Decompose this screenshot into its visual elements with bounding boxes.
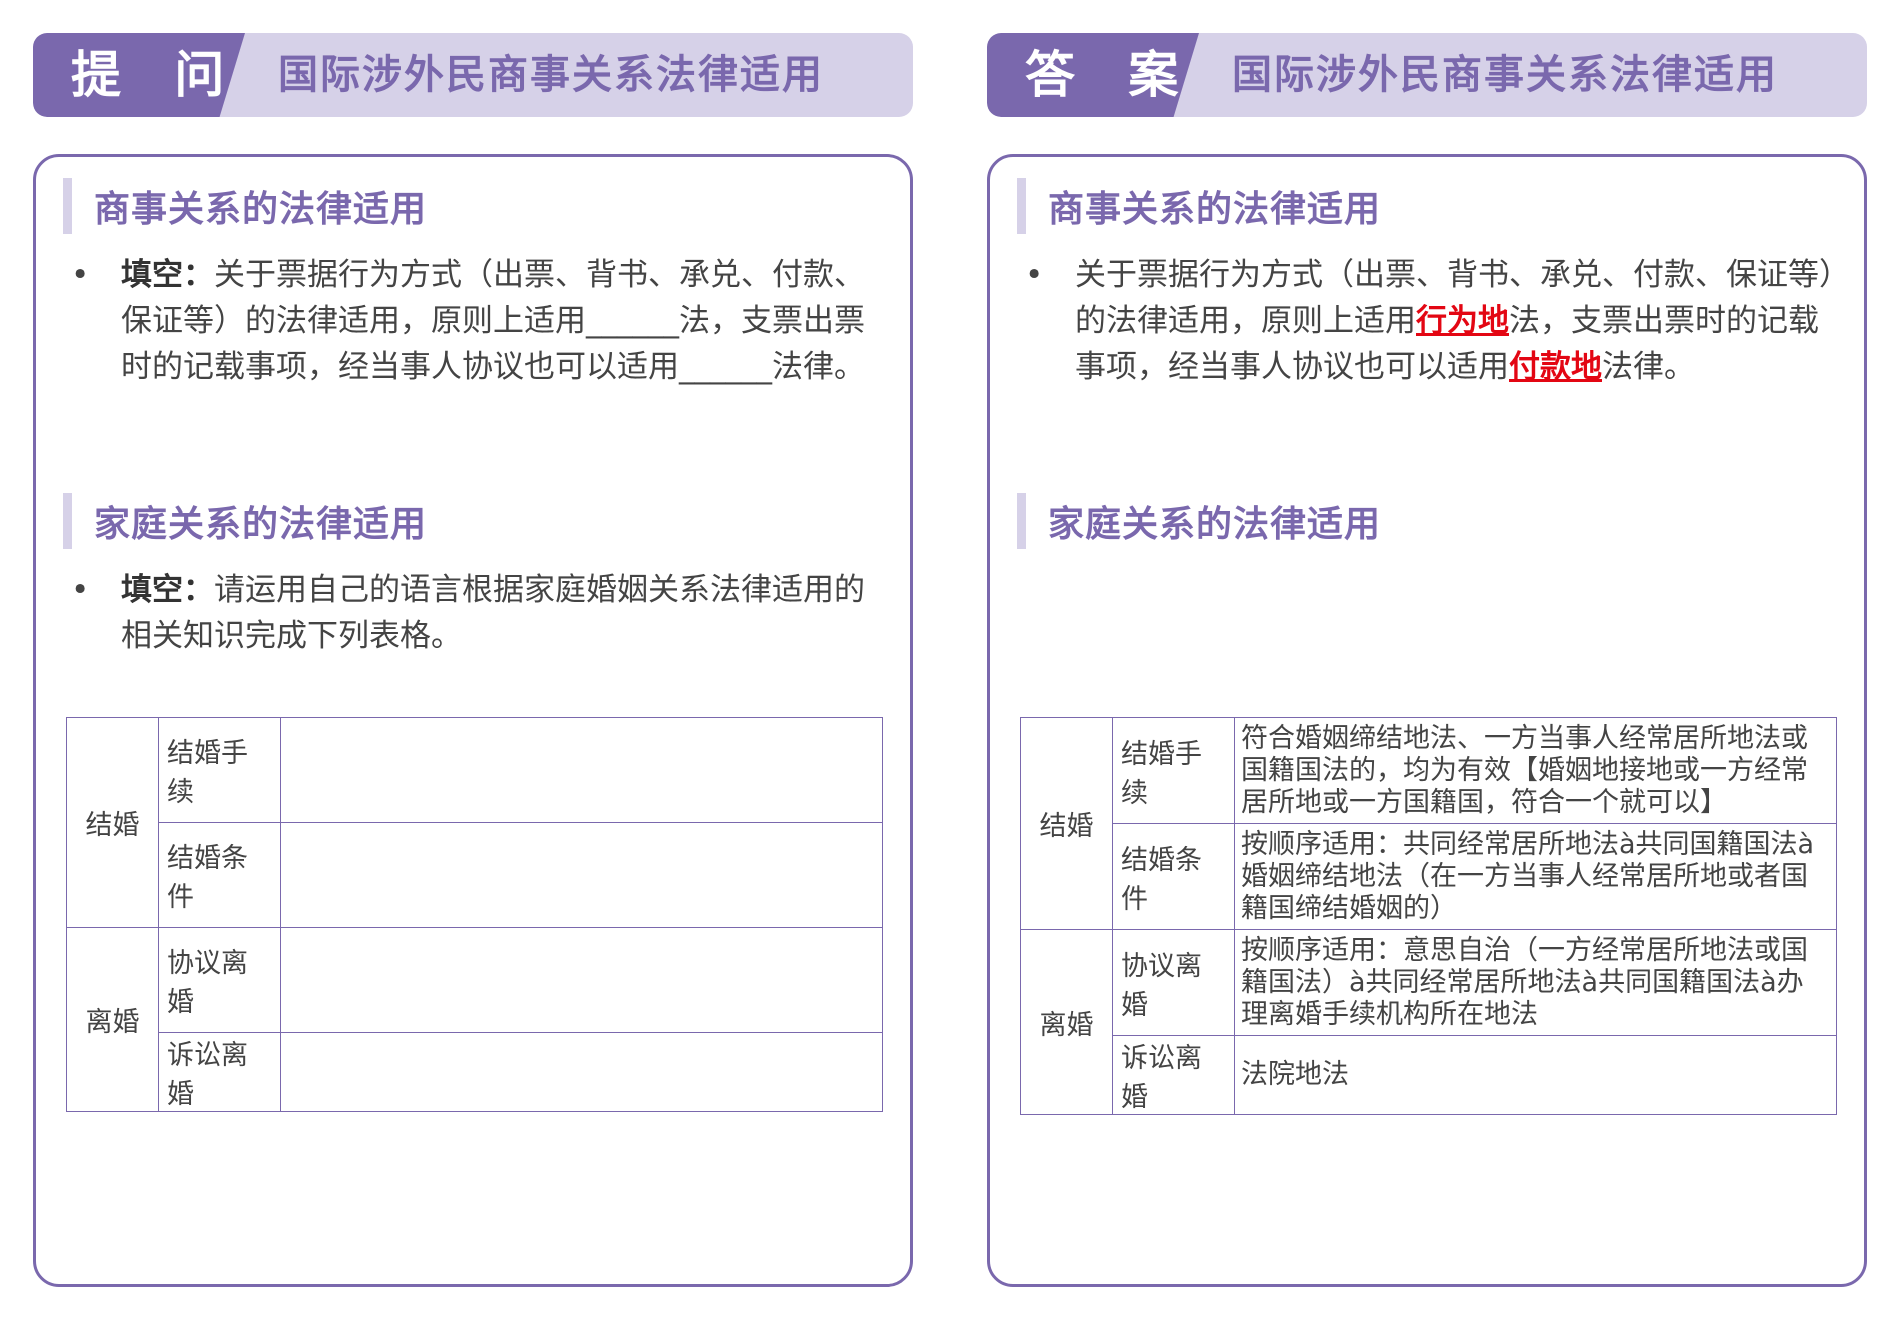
section-bar bbox=[1017, 178, 1026, 234]
answer-cell: 按顺序适用：共同经常居所地法à共同国籍国法à婚姻缔结地法（在一方当事人经常居所地… bbox=[1234, 823, 1837, 930]
question-text: 关于票据行为方式（出票、背书、承兑、付款、保证等）的法律适用，原则上适用____… bbox=[121, 257, 865, 385]
answer-tag: 答 案 bbox=[987, 33, 1199, 117]
category-cell: 结婚 bbox=[66, 717, 159, 928]
answer-header: 答 案 国际涉外民商事关系法律适用 bbox=[987, 33, 1867, 117]
blank-cell bbox=[280, 1032, 883, 1112]
row-label: 协议离婚 bbox=[1112, 929, 1235, 1036]
bullet: • bbox=[71, 257, 90, 293]
row-label: 结婚手续 bbox=[1112, 717, 1235, 824]
section-title: 家庭关系的法律适用 bbox=[1048, 504, 1382, 545]
fill-label: 填空： bbox=[121, 572, 214, 608]
category-cell: 结婚 bbox=[1020, 717, 1113, 930]
fill-label: 填空： bbox=[121, 257, 214, 293]
answer-highlight: 付款地 bbox=[1509, 349, 1602, 385]
blank-cell bbox=[280, 927, 883, 1033]
bullet: • bbox=[71, 572, 90, 608]
row-label: 结婚条件 bbox=[158, 822, 281, 928]
table-row: 结婚条件 按顺序适用：共同经常居所地法à共同国籍国法à婚姻缔结地法（在一方当事人… bbox=[1021, 823, 1837, 930]
answer-commercial: • 关于票据行为方式（出票、背书、承兑、付款、保证等）的法律适用，原则上适用行为… bbox=[1025, 252, 1845, 390]
fill-blank-commercial: • 填空：关于票据行为方式（出票、背书、承兑、付款、保证等）的法律适用，原则上适… bbox=[71, 252, 891, 390]
row-label: 诉讼离婚 bbox=[158, 1032, 281, 1112]
row-label: 诉讼离婚 bbox=[1112, 1035, 1235, 1115]
row-label: 协议离婚 bbox=[158, 927, 281, 1033]
question-table: 结婚 结婚手续 结婚条件 离婚 协议离婚 诉讼离婚 bbox=[66, 717, 883, 1112]
question-panel: 提 问 国际涉外民商事关系法律适用 商事关系的法律适用 • 填空：关于票据行为方… bbox=[33, 33, 913, 1287]
category-cell: 离婚 bbox=[1020, 929, 1113, 1115]
answer-cell: 法院地法 bbox=[1234, 1035, 1837, 1115]
section-heading-commercial: 商事关系的法律适用 bbox=[63, 178, 427, 234]
table-row: 离婚 协议离婚 按顺序适用：意思自治（一方经常居所地法或国籍国法）à共同经常居所… bbox=[1020, 929, 1837, 1115]
answer-highlight: 行为地 bbox=[1416, 303, 1509, 339]
blank-cell bbox=[280, 717, 883, 823]
row-label: 结婚条件 bbox=[1112, 823, 1235, 930]
category-cell: 离婚 bbox=[66, 927, 159, 1112]
row-label: 结婚手续 bbox=[158, 717, 281, 823]
section-title: 家庭关系的法律适用 bbox=[94, 504, 428, 545]
question-title: 国际涉外民商事关系法律适用 bbox=[278, 52, 824, 98]
table-row: 结婚条件 bbox=[67, 822, 883, 928]
table-row: 结婚 结婚手续 bbox=[66, 717, 883, 928]
question-card: 商事关系的法律适用 • 填空：关于票据行为方式（出票、背书、承兑、付款、保证等）… bbox=[33, 154, 913, 1287]
section-bar bbox=[63, 178, 72, 234]
section-bar bbox=[63, 493, 72, 549]
question-text: 请运用自己的语言根据家庭婚姻关系法律适用的相关知识完成下列表格。 bbox=[121, 572, 865, 654]
section-title: 商事关系的法律适用 bbox=[94, 189, 428, 230]
section-heading-family: 家庭关系的法律适用 bbox=[63, 493, 427, 549]
fill-blank-family: • 填空：请运用自己的语言根据家庭婚姻关系法律适用的相关知识完成下列表格。 bbox=[71, 567, 891, 659]
blank-cell bbox=[280, 822, 883, 928]
section-bar bbox=[1017, 493, 1026, 549]
bullet: • bbox=[1025, 257, 1044, 293]
answer-table: 结婚 结婚手续 符合婚姻缔结地法、一方当事人经常居所地法或国籍国法的，均为有效【… bbox=[1020, 717, 1837, 1115]
answer-text: 法律。 bbox=[1602, 349, 1695, 385]
table-row: 结婚 结婚手续 符合婚姻缔结地法、一方当事人经常居所地法或国籍国法的，均为有效【… bbox=[1020, 717, 1837, 930]
answer-cell: 符合婚姻缔结地法、一方当事人经常居所地法或国籍国法的，均为有效【婚姻地接地或一方… bbox=[1234, 717, 1837, 824]
table-row: 诉讼离婚 bbox=[67, 1032, 883, 1112]
question-header: 提 问 国际涉外民商事关系法律适用 bbox=[33, 33, 913, 117]
answer-panel: 答 案 国际涉外民商事关系法律适用 商事关系的法律适用 • 关于票据行为方式（出… bbox=[987, 33, 1867, 1287]
answer-title: 国际涉外民商事关系法律适用 bbox=[1232, 52, 1778, 98]
section-heading-commercial: 商事关系的法律适用 bbox=[1017, 178, 1381, 234]
answer-cell: 按顺序适用：意思自治（一方经常居所地法或国籍国法）à共同经常居所地法à共同国籍国… bbox=[1234, 929, 1837, 1036]
table-row: 诉讼离婚 法院地法 bbox=[1021, 1035, 1837, 1115]
section-title: 商事关系的法律适用 bbox=[1048, 189, 1382, 230]
table-row: 离婚 协议离婚 bbox=[66, 927, 883, 1112]
question-tag: 提 问 bbox=[33, 33, 245, 117]
answer-card: 商事关系的法律适用 • 关于票据行为方式（出票、背书、承兑、付款、保证等）的法律… bbox=[987, 154, 1867, 1287]
section-heading-family: 家庭关系的法律适用 bbox=[1017, 493, 1381, 549]
